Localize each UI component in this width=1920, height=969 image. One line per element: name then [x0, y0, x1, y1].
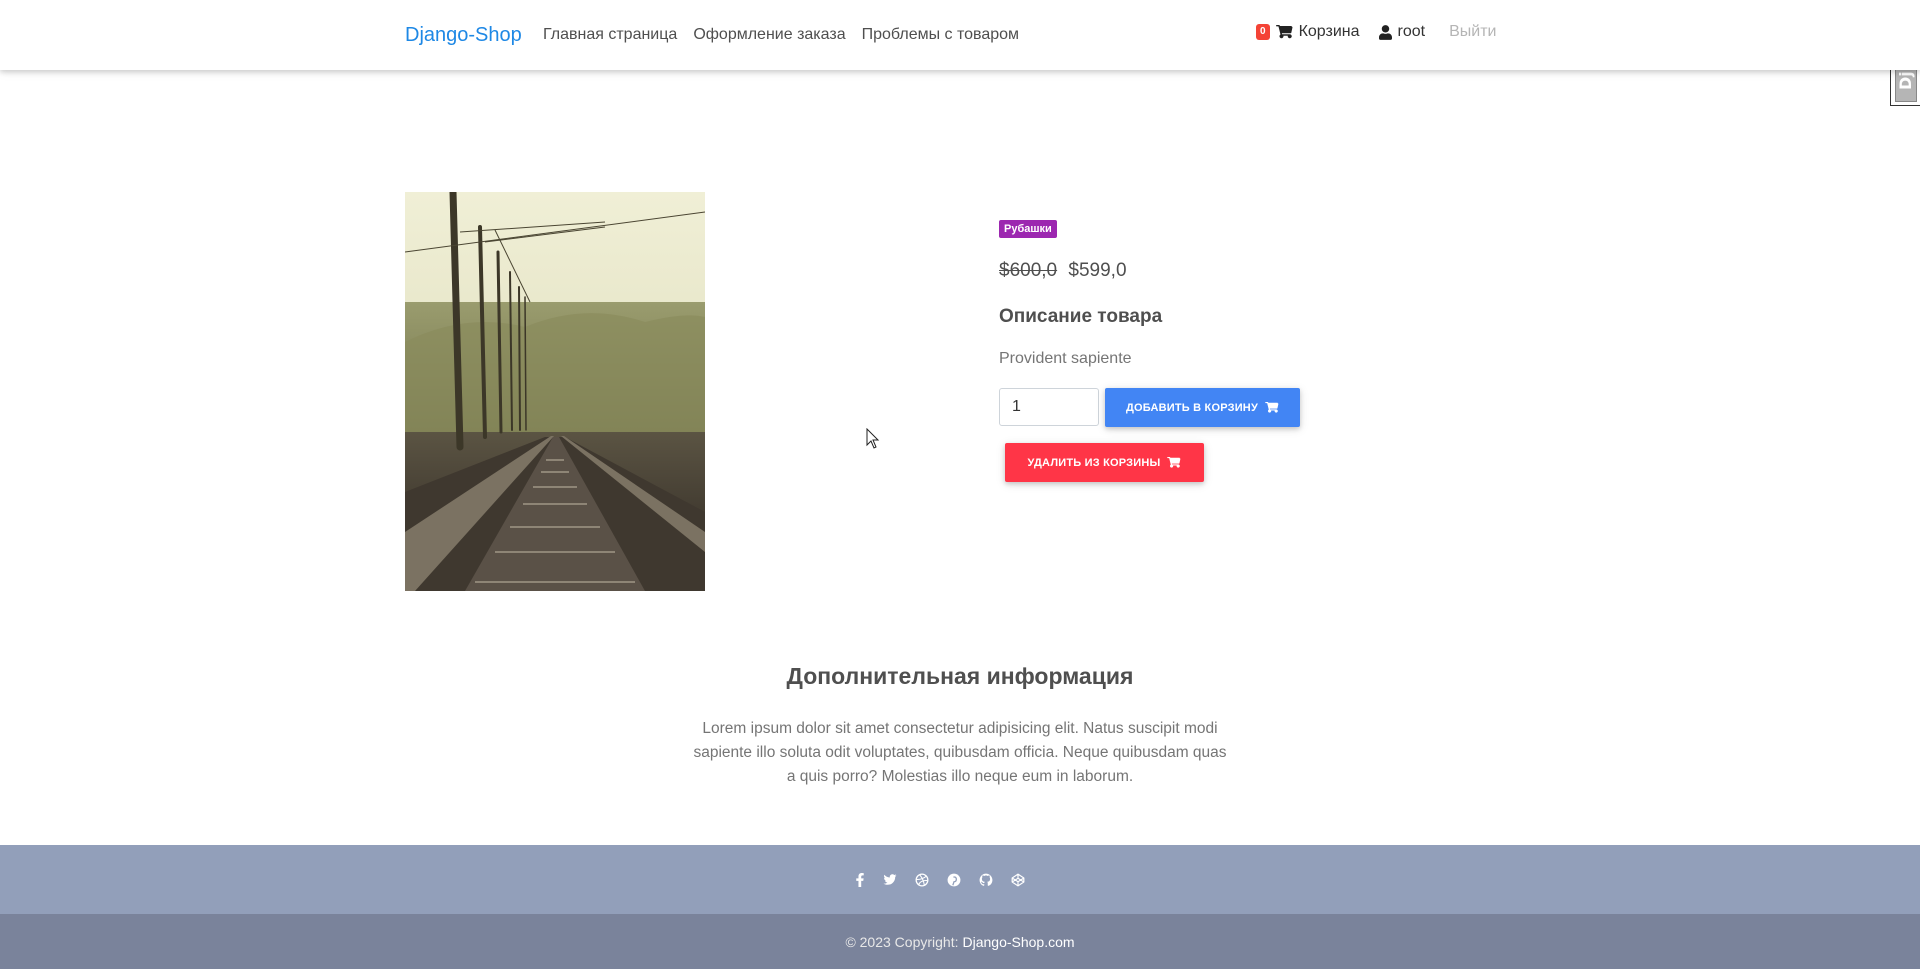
nav-link-checkout[interactable]: Оформление заказа	[693, 26, 845, 44]
dribbble-icon[interactable]	[915, 873, 929, 887]
copyright-link[interactable]: Django-Shop.com	[962, 934, 1074, 950]
user-link[interactable]: root	[1398, 23, 1426, 41]
additional-info-text: Lorem ipsum dolor sit amet consectetur a…	[693, 720, 1227, 785]
nav-link-product-issues[interactable]: Проблемы с товаром	[862, 26, 1019, 44]
footer-social-bar	[0, 845, 1920, 914]
codepen-icon[interactable]	[1011, 873, 1025, 887]
nav-right: 0 Корзина root Выйти	[1256, 21, 1496, 43]
current-price: $599,0	[1068, 260, 1127, 281]
footer-copyright: © 2023 Copyright: Django-Shop.com	[0, 914, 1920, 969]
product-image	[405, 192, 705, 591]
old-price: $600,0	[999, 260, 1058, 281]
railway-photo	[405, 192, 705, 591]
shopping-cart-icon[interactable]	[1275, 24, 1293, 40]
add-to-cart-button[interactable]: Добавить в корзину	[1105, 388, 1300, 427]
description-title: Описание товара	[999, 306, 1163, 327]
facebook-icon[interactable]	[855, 872, 865, 887]
copyright-text: © 2023 Copyright:	[845, 933, 959, 950]
brand-link[interactable]: Django-Shop	[405, 24, 522, 47]
nav-links: Главная страница Оформление заказа Пробл…	[543, 26, 1035, 44]
logout-link[interactable]: Выйти	[1449, 23, 1496, 41]
github-icon[interactable]	[979, 873, 993, 887]
add-to-cart-label: Добавить в корзину	[1125, 401, 1258, 414]
twitter-icon[interactable]	[883, 873, 897, 886]
navbar: Django-Shop Главная страница Оформление …	[0, 0, 1920, 70]
user-icon[interactable]	[1378, 24, 1392, 40]
cart-count-badge: 0	[1256, 24, 1270, 40]
remove-from-cart-button[interactable]: Удалить из корзины	[1005, 443, 1204, 482]
price: $600,0 $599,0	[999, 260, 1127, 282]
description-text: Provident sapiente	[999, 350, 1132, 367]
pinterest-icon[interactable]	[947, 873, 961, 887]
shopping-cart-icon	[1167, 456, 1181, 468]
shopping-cart-icon	[1265, 401, 1279, 413]
quantity-input[interactable]	[999, 388, 1099, 426]
cart-link[interactable]: Корзина	[1299, 23, 1360, 41]
additional-info-title: Дополнительная информация	[786, 663, 1134, 689]
category-badge[interactable]: Рубашки	[999, 220, 1057, 238]
remove-from-cart-label: Удалить из корзины	[1027, 456, 1161, 469]
mouse-cursor-icon	[866, 428, 880, 449]
nav-link-home[interactable]: Главная страница	[543, 26, 677, 44]
social-links	[855, 872, 1025, 887]
